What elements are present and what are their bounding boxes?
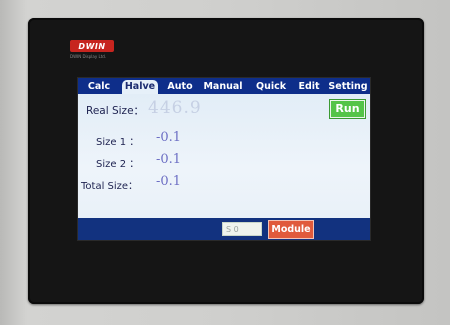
tab-halve[interactable]: Halve: [122, 80, 158, 94]
total-size-value: -0.1: [156, 174, 182, 189]
tab-calc[interactable]: Calc: [82, 80, 116, 94]
touch-screen: Calc Halve Auto Manual Quick Edit Settin…: [77, 77, 371, 241]
brand-tagline: DWIN Display Ltd.: [70, 54, 107, 59]
total-size-label: Total Size：: [81, 181, 139, 192]
module-button[interactable]: Module: [268, 220, 314, 239]
tab-bar: Calc Halve Auto Manual Quick Edit Settin…: [78, 78, 370, 94]
bottom-bar: S 0 Module: [78, 218, 370, 240]
size1-value[interactable]: -0.1: [156, 130, 181, 145]
halve-panel: Real Size： 446.9 Run Size 1 ： -0.1 Size …: [78, 94, 370, 218]
run-button[interactable]: Run: [330, 100, 365, 118]
tab-auto[interactable]: Auto: [164, 80, 196, 94]
tab-quick[interactable]: Quick: [256, 80, 286, 94]
s-field[interactable]: S 0: [222, 222, 262, 236]
size2-value[interactable]: -0.1: [156, 152, 181, 167]
brand-logo: DWIN: [70, 40, 114, 52]
real-size-value: 446.9: [148, 98, 202, 118]
real-size-label: Real Size：: [86, 105, 145, 117]
size1-label: Size 1 ：: [96, 137, 140, 148]
tab-setting[interactable]: Setting: [328, 80, 368, 94]
tab-manual[interactable]: Manual: [202, 80, 244, 94]
tab-edit[interactable]: Edit: [296, 80, 322, 94]
size2-label: Size 2 ：: [96, 159, 140, 170]
